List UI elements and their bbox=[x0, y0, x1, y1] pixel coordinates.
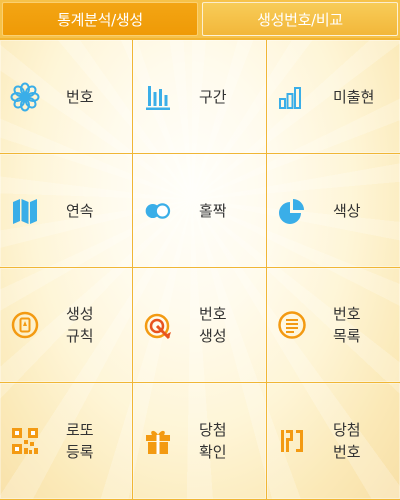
menu-label: 생성 규칙 bbox=[66, 305, 94, 345]
menu-label: 당첨 번호 bbox=[333, 421, 361, 461]
menu-consecutive-button[interactable]: 연속 bbox=[0, 154, 133, 268]
rising-bars-icon bbox=[277, 82, 307, 112]
menu-number-list-button[interactable]: 번호 목록 bbox=[267, 268, 400, 383]
toggle-circles-icon bbox=[143, 196, 173, 226]
list-icon bbox=[277, 310, 307, 340]
qr-code-icon bbox=[10, 426, 40, 456]
menu-color-button[interactable]: 색상 bbox=[267, 154, 400, 268]
bar-chart-icon bbox=[143, 82, 173, 112]
menu-label: 구간 bbox=[199, 87, 227, 106]
menu-win-check-button[interactable]: 당첨 확인 bbox=[133, 383, 267, 500]
menu-label: 홀짝 bbox=[199, 201, 227, 220]
menu-label: 로또 등록 bbox=[66, 421, 94, 461]
target-icon bbox=[143, 310, 173, 340]
rule-icon bbox=[10, 310, 40, 340]
pie-chart-icon bbox=[277, 196, 307, 226]
menu-label: 연속 bbox=[66, 201, 94, 220]
menu-number-button[interactable]: 번호 bbox=[0, 40, 133, 154]
tab-bar: 통계분석/생성 생성번호/비교 bbox=[0, 0, 400, 40]
menu-label: 번호 생성 bbox=[199, 305, 227, 345]
number-icon bbox=[277, 426, 307, 456]
menu-unseen-button[interactable]: 미출현 bbox=[267, 40, 400, 154]
menu-label: 당첨 확인 bbox=[199, 421, 227, 461]
menu-label: 색상 bbox=[333, 201, 361, 220]
gift-icon bbox=[143, 426, 173, 456]
menu-label: 미출현 bbox=[333, 87, 375, 106]
menu-winning-number-button[interactable]: 당첨 번호 bbox=[267, 383, 400, 500]
menu-label: 번호 bbox=[66, 87, 94, 106]
tab-stats-generate[interactable]: 통계분석/생성 bbox=[2, 2, 198, 36]
menu-generate-rule-button[interactable]: 생성 규칙 bbox=[0, 268, 133, 383]
menu-range-button[interactable]: 구간 bbox=[133, 40, 267, 154]
menu-grid: 번호 구간 미출현 연속 홀짝 색상 생성 규칙 번호 생성 번호 목록 로또 … bbox=[0, 40, 400, 500]
menu-label: 번호 목록 bbox=[333, 305, 361, 345]
menu-odd-even-button[interactable]: 홀짝 bbox=[133, 154, 267, 268]
tab-generated-compare[interactable]: 생성번호/비교 bbox=[202, 2, 398, 36]
menu-number-generate-button[interactable]: 번호 생성 bbox=[133, 268, 267, 383]
menu-lotto-register-button[interactable]: 로또 등록 bbox=[0, 383, 133, 500]
flower-icon bbox=[10, 82, 40, 112]
map-icon bbox=[10, 196, 40, 226]
